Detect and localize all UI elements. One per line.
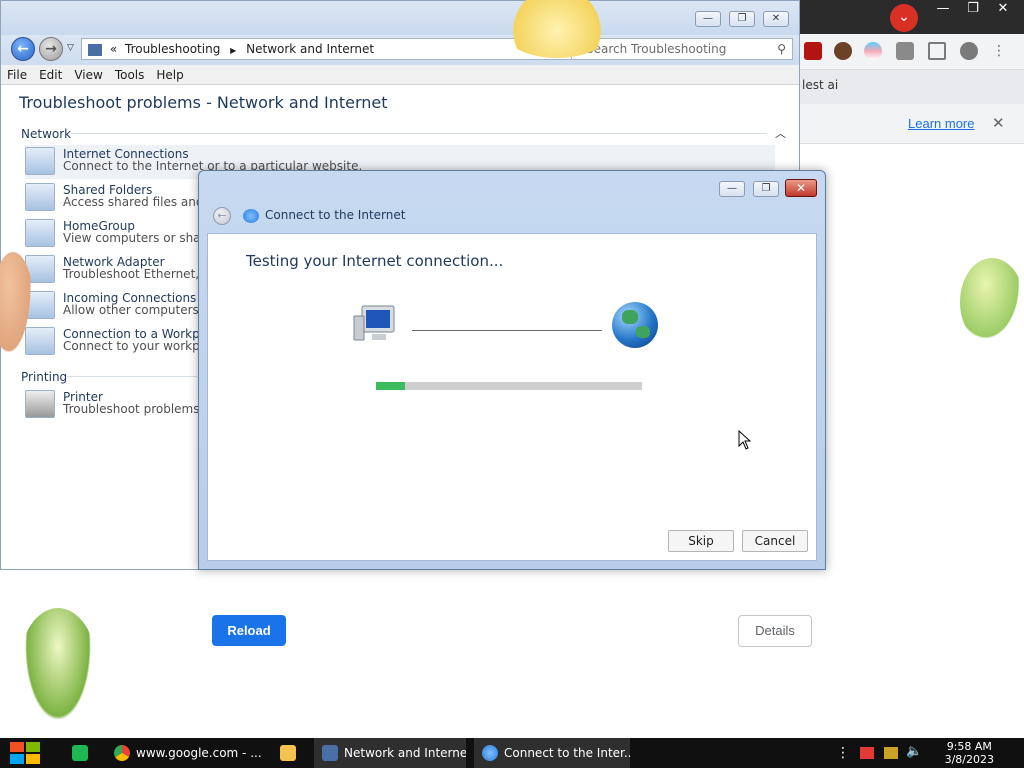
cartoon-character-sticker-icon xyxy=(18,608,98,736)
menu-edit[interactable]: Edit xyxy=(33,65,68,85)
section-divider xyxy=(67,376,197,377)
search-placeholder: Search Troubleshooting xyxy=(586,42,727,56)
address-bar-row: ← → ▽ « Troubleshooting ▶ Network and In… xyxy=(1,35,799,65)
spotify-like-app-icon[interactable] xyxy=(72,745,88,761)
network-wizard-icon xyxy=(243,209,259,223)
system-clock[interactable]: 9:58 AM 3/8/2023 xyxy=(945,740,994,766)
network-tray-icon[interactable] xyxy=(884,747,898,759)
section-divider xyxy=(71,133,767,134)
chrome-titlebar: ⌄ — ❐ ✕ xyxy=(800,0,1024,34)
globe-icon xyxy=(612,302,658,348)
forward-arrow-icon[interactable]: → xyxy=(39,37,63,61)
breadcrumb-troubleshooting[interactable]: Troubleshooting xyxy=(125,42,220,56)
dialog-maximize-button[interactable]: ❐ xyxy=(753,181,779,197)
action-center-flag-icon[interactable] xyxy=(860,747,874,759)
progress-bar xyxy=(376,382,642,390)
recent-pages-chevron-icon[interactable]: ▽ xyxy=(67,43,74,53)
breadcrumb-overflow[interactable]: « xyxy=(110,42,117,56)
page-title: Troubleshoot problems - Network and Inte… xyxy=(19,93,388,112)
item-description: Connect to your workplac xyxy=(63,339,218,353)
item-description: Troubleshoot problems p xyxy=(63,402,211,416)
clock-time: 9:58 AM xyxy=(946,740,992,753)
profile-badge-icon[interactable]: ⌄ xyxy=(890,4,918,32)
clock-date: 3/8/2023 xyxy=(944,753,994,766)
chrome-bookmark-strip: lest ai xyxy=(800,70,1024,104)
dialog-title: Connect to the Internet xyxy=(265,208,406,222)
menu-tools[interactable]: Tools xyxy=(109,65,151,85)
taskbar: www.google.com - ... Network and Interne… xyxy=(0,738,1024,768)
extensions-puzzle-icon[interactable] xyxy=(896,42,914,60)
menu-bar: File Edit View Tools Help xyxy=(1,65,799,85)
item-description: Access shared files and f xyxy=(63,195,212,209)
breadcrumb-arrow-icon[interactable]: ▶ xyxy=(230,46,236,55)
explorer-minimize-button[interactable]: — xyxy=(695,11,721,27)
shared-folders-icon xyxy=(25,183,55,211)
collapse-chevron-icon[interactable]: ︿ xyxy=(775,125,786,141)
printer-icon xyxy=(25,390,55,418)
connection-line xyxy=(412,330,602,331)
progress-fill xyxy=(376,382,406,390)
dialog-header: ← Connect to the Internet xyxy=(207,201,817,231)
profile-icon[interactable] xyxy=(960,42,978,60)
start-button[interactable] xyxy=(10,742,42,764)
homegroup-icon xyxy=(25,219,55,247)
item-description: Troubleshoot Ethernet, w xyxy=(63,267,213,281)
chrome-close-button[interactable]: ✕ xyxy=(988,0,1018,20)
section-network-label: Network xyxy=(21,127,72,141)
skip-button[interactable]: Skip xyxy=(668,530,734,552)
explorer-maximize-button[interactable]: ❐ xyxy=(729,11,755,27)
volume-icon[interactable]: 🔈 xyxy=(906,744,922,759)
control-panel-small-icon xyxy=(88,43,102,56)
infobar-close-icon[interactable]: ✕ xyxy=(992,114,1005,132)
taskbar-item-label: Connect to the Inter... xyxy=(504,746,630,760)
explorer-titlebar: — ❐ ✕ xyxy=(1,1,799,35)
control-panel-icon xyxy=(322,745,338,761)
taskbar-item-connect-internet[interactable]: Connect to the Inter... xyxy=(474,738,630,768)
taskbar-item-label: Network and Internet xyxy=(344,746,466,760)
chrome-minimize-button[interactable]: — xyxy=(928,0,958,20)
side-panel-icon[interactable] xyxy=(928,42,946,60)
chrome-restore-button[interactable]: ❐ xyxy=(958,0,988,20)
windows-logo-icon xyxy=(10,742,42,764)
extension-flag-icon[interactable] xyxy=(864,42,882,60)
menu-help[interactable]: Help xyxy=(150,65,189,85)
details-button[interactable]: Details xyxy=(738,615,812,647)
section-printing-label: Printing xyxy=(21,370,68,384)
network-wizard-icon xyxy=(482,745,498,761)
dialog-content: Testing your Internet connection... Skip… xyxy=(207,233,817,561)
taskbar-item-network-internet[interactable]: Network and Internet xyxy=(314,738,466,768)
partial-text: lest ai xyxy=(802,78,839,92)
item-description: View computers or share xyxy=(63,231,213,245)
taskbar-item-chrome[interactable]: www.google.com - ... xyxy=(106,738,264,768)
back-arrow-icon[interactable]: ← xyxy=(213,207,231,225)
extension-avatar-icon[interactable] xyxy=(834,42,852,60)
kebab-menu-icon[interactable]: ⋮ xyxy=(992,42,1010,60)
explorer-close-button[interactable]: ✕ xyxy=(763,11,789,27)
connect-dialog: — ❐ ✕ ← Connect to the Internet Testing … xyxy=(198,170,826,570)
search-icon[interactable]: ⚲ xyxy=(777,39,786,59)
taskbar-item-label: www.google.com - ... xyxy=(136,746,262,760)
reload-button[interactable]: Reload xyxy=(212,615,286,646)
dialog-heading: Testing your Internet connection... xyxy=(246,252,504,270)
item-description: Allow other computers to xyxy=(63,303,215,317)
menu-file[interactable]: File xyxy=(1,65,33,85)
ublock-icon[interactable] xyxy=(804,42,822,60)
computer-icon xyxy=(353,305,395,341)
mouse-cursor-icon xyxy=(738,430,752,450)
internet-connections-icon xyxy=(25,147,55,175)
chrome-infobar: Learn more ✕ xyxy=(800,104,1024,144)
dialog-minimize-button[interactable]: — xyxy=(719,181,745,197)
cartoon-character-sticker-icon xyxy=(960,258,1024,346)
overflow-menu-icon[interactable]: ⋮ xyxy=(836,745,850,761)
cancel-button[interactable]: Cancel xyxy=(742,530,808,552)
menu-view[interactable]: View xyxy=(68,65,108,85)
chrome-toolbar: ⋮ xyxy=(800,34,1024,70)
back-arrow-icon[interactable]: ← xyxy=(11,37,35,61)
taskbar-item-folder[interactable] xyxy=(270,738,306,768)
chrome-icon xyxy=(114,745,130,761)
dialog-close-button[interactable]: ✕ xyxy=(785,179,817,197)
folder-icon xyxy=(280,745,296,761)
learn-more-link[interactable]: Learn more xyxy=(908,116,974,131)
breadcrumb-network[interactable]: Network and Internet xyxy=(246,42,374,56)
